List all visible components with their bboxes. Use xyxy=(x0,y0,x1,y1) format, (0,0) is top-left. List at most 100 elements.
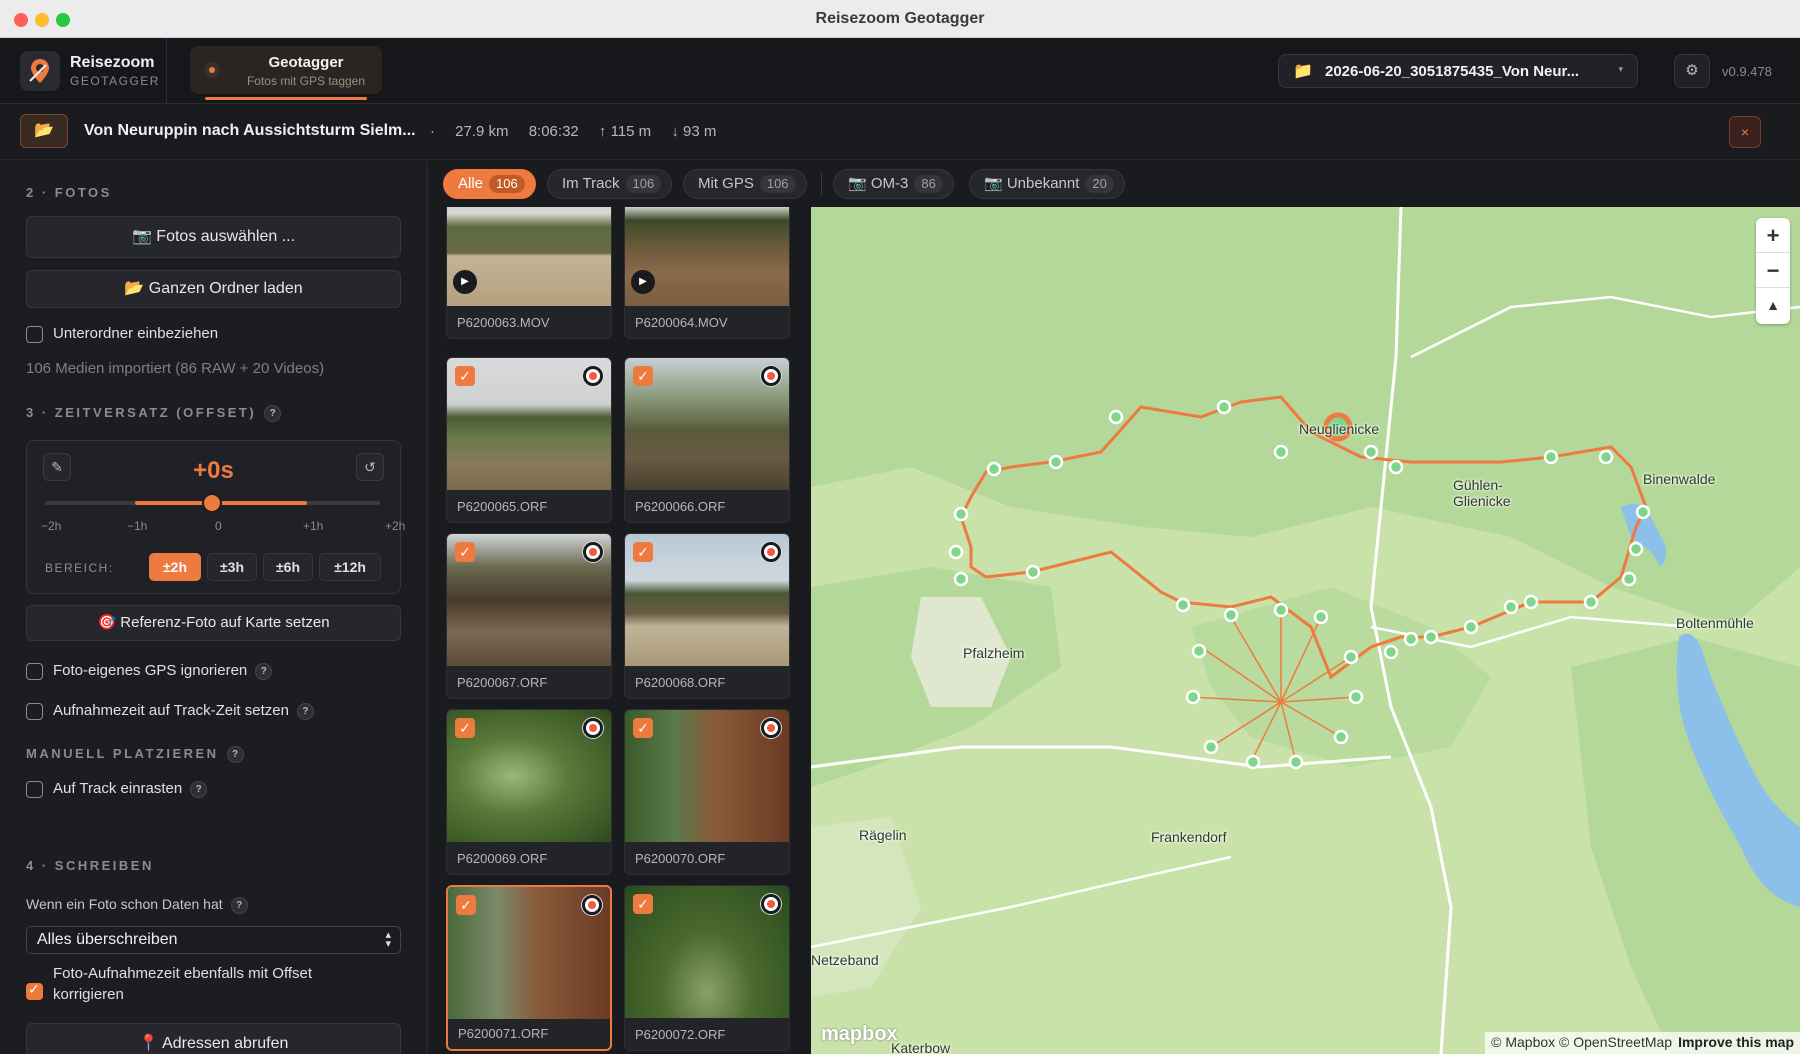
header-divider xyxy=(166,38,167,104)
chip-count: 106 xyxy=(489,175,525,193)
chip-label: Im Track xyxy=(562,175,620,192)
help-icon[interactable]: ? xyxy=(190,780,208,798)
filter-chip-with-gps[interactable]: Mit GPS 106 xyxy=(683,169,807,199)
compass-button[interactable]: ▲ xyxy=(1756,288,1790,323)
photo-filename: P6200072.ORF xyxy=(635,1027,726,1042)
filter-chip-unknown[interactable]: 📷 Unbekannt 20 xyxy=(969,169,1125,199)
tick-label: +1h xyxy=(303,519,324,533)
range-label: BEREICH: xyxy=(45,561,114,575)
selected-checkbox[interactable]: ✓ xyxy=(456,895,476,915)
zoom-out-button[interactable]: − xyxy=(1756,253,1790,288)
gps-status-icon xyxy=(582,895,602,915)
help-icon[interactable]: ? xyxy=(230,896,248,914)
photo-card-selected[interactable]: ✓ P6200071.ORF xyxy=(446,885,612,1051)
app-header: Reisezoom GEOTAGGER Geotagger Fotos mit … xyxy=(0,38,1800,104)
range-2h-button[interactable]: ±2h xyxy=(149,553,201,581)
help-icon[interactable]: ? xyxy=(226,746,244,764)
map-place-label: Binenwalde xyxy=(1643,471,1716,487)
help-icon[interactable]: ? xyxy=(255,662,273,680)
selected-checkbox[interactable]: ✓ xyxy=(455,718,475,738)
selected-checkbox[interactable]: ✓ xyxy=(633,894,653,914)
play-icon: ▶ xyxy=(453,270,477,294)
settings-button[interactable]: ⚙ xyxy=(1674,54,1710,88)
selected-checkbox[interactable]: ✓ xyxy=(633,542,653,562)
photo-card[interactable]: ✓ P6200070.ORF xyxy=(624,709,790,875)
close-track-button[interactable]: × xyxy=(1729,116,1761,148)
folder-icon: 📂 xyxy=(34,122,54,139)
set-capture-time-label: Aufnahmezeit auf Track-Zeit setzen? xyxy=(53,702,314,720)
filter-chip-om3[interactable]: 📷 OM-3 86 xyxy=(833,169,954,199)
photo-card[interactable]: ✓ P6200065.ORF xyxy=(446,357,612,523)
map-attribution: © Mapbox © OpenStreetMap Improve this map xyxy=(1485,1032,1800,1054)
photo-card[interactable]: ✓ P6200066.ORF xyxy=(624,357,790,523)
mapbox-logo: mapbox xyxy=(821,1023,898,1045)
select-photos-button[interactable]: 📷 Fotos auswählen ... xyxy=(26,216,401,258)
ignore-gps-text: Foto-eigenes GPS ignorieren xyxy=(53,662,248,679)
map-place-label: Gühlen-Glienicke xyxy=(1453,477,1511,509)
photo-filename: P6200064.MOV xyxy=(635,315,728,330)
project-selector[interactable]: 📁 2026-06-20_3051875435_Von Neur... ▾ xyxy=(1278,54,1638,88)
selected-checkbox[interactable]: ✓ xyxy=(633,366,653,386)
overwrite-select[interactable]: Alles überschreiben ▴ ▾ xyxy=(26,926,401,954)
photo-card[interactable]: ▶ P6200064.MOV xyxy=(624,207,790,339)
photo-card[interactable]: ▶ P6200063.MOV xyxy=(446,207,612,339)
offset-slider-handle[interactable] xyxy=(202,493,222,513)
gps-status-icon xyxy=(761,894,781,914)
offset-header-text: 3 · ZEITVERSATZ (OFFSET) xyxy=(26,405,257,420)
clearing-area xyxy=(811,817,921,997)
window-titlebar: Reisezoom Geotagger xyxy=(0,0,1800,38)
reset-icon: ↺ xyxy=(364,459,376,475)
track-info-bar: 📂 Von Neuruppin nach Aussichtsturm Sielm… xyxy=(0,104,1800,160)
play-icon: ▶ xyxy=(631,270,655,294)
photo-filename: P6200066.ORF xyxy=(635,499,726,514)
photo-card[interactable]: ✓ P6200067.ORF xyxy=(446,533,612,699)
range-6h-button[interactable]: ±6h xyxy=(263,553,313,581)
gps-status-icon xyxy=(583,718,603,738)
track-name: Von Neuruppin nach Aussichtsturm Sielm..… xyxy=(84,122,416,139)
photo-card[interactable]: ✓ P6200068.ORF xyxy=(624,533,790,699)
chip-label: Alle xyxy=(458,175,484,192)
map-place-label: Netzeband xyxy=(811,952,879,968)
range-12h-button[interactable]: ±12h xyxy=(319,553,381,581)
settings-sidebar: 2 · FOTOS 📷 Fotos auswählen ... 📂 Ganzen… xyxy=(0,161,428,1054)
tab-geotagger[interactable]: Geotagger Fotos mit GPS taggen xyxy=(190,46,382,100)
tick-label: 0 xyxy=(215,519,222,533)
map-place-label: Katerbow xyxy=(891,1040,951,1054)
selected-checkbox[interactable]: ✓ xyxy=(455,542,475,562)
map-view[interactable]: Neuglienicke Gühlen-Glienicke Binenwalde… xyxy=(811,207,1800,1054)
filter-chip-in-track[interactable]: Im Track 106 xyxy=(547,169,673,199)
correct-time-checkbox[interactable] xyxy=(26,981,43,1000)
selected-checkbox[interactable]: ✓ xyxy=(633,718,653,738)
include-subfolders-checkbox[interactable] xyxy=(26,326,43,343)
brand-subtitle: GEOTAGGER xyxy=(70,74,160,88)
set-capture-time-checkbox[interactable] xyxy=(26,703,43,720)
manual-section-header: MANUELL PLATZIEREN? xyxy=(26,746,244,764)
tick-label: +2h xyxy=(385,519,406,533)
reset-offset-button[interactable]: ↺ xyxy=(356,453,384,481)
photo-filename: P6200065.ORF xyxy=(457,499,548,514)
improve-map-link[interactable]: Improve this map xyxy=(1678,1034,1794,1050)
pin-logo-icon xyxy=(29,59,49,83)
map-place-label: Pfalzheim xyxy=(963,645,1025,661)
existing-data-label: Wenn ein Foto schon Daten hat? xyxy=(26,896,248,914)
help-icon[interactable]: ? xyxy=(264,405,282,423)
fetch-addresses-button[interactable]: 📍 Adressen abrufen xyxy=(26,1023,401,1054)
ignore-gps-checkbox[interactable] xyxy=(26,663,43,680)
filter-chip-all[interactable]: Alle 106 xyxy=(443,169,536,199)
range-3h-button[interactable]: ±3h xyxy=(207,553,257,581)
brand-logo xyxy=(20,51,60,91)
map-zoom-control: + − ▲ xyxy=(1756,218,1790,324)
tab-active-indicator xyxy=(205,97,367,100)
photo-card[interactable]: ✓ P6200072.ORF xyxy=(624,885,790,1051)
gear-icon: ⚙ xyxy=(1685,62,1699,79)
load-folder-button[interactable]: 📂 Ganzen Ordner laden xyxy=(26,270,401,308)
import-summary: 106 Medien importiert (86 RAW + 20 Video… xyxy=(26,360,325,377)
help-icon[interactable]: ? xyxy=(296,702,314,720)
snap-track-checkbox[interactable] xyxy=(26,781,43,798)
reference-photo-button[interactable]: 🎯 Referenz-Foto auf Karte setzen xyxy=(26,605,401,641)
brand-name: Reisezoom xyxy=(70,54,155,71)
track-folder-button[interactable]: 📂 xyxy=(20,114,68,148)
zoom-in-button[interactable]: + xyxy=(1756,218,1790,253)
photo-card[interactable]: ✓ P6200069.ORF xyxy=(446,709,612,875)
selected-checkbox[interactable]: ✓ xyxy=(455,366,475,386)
